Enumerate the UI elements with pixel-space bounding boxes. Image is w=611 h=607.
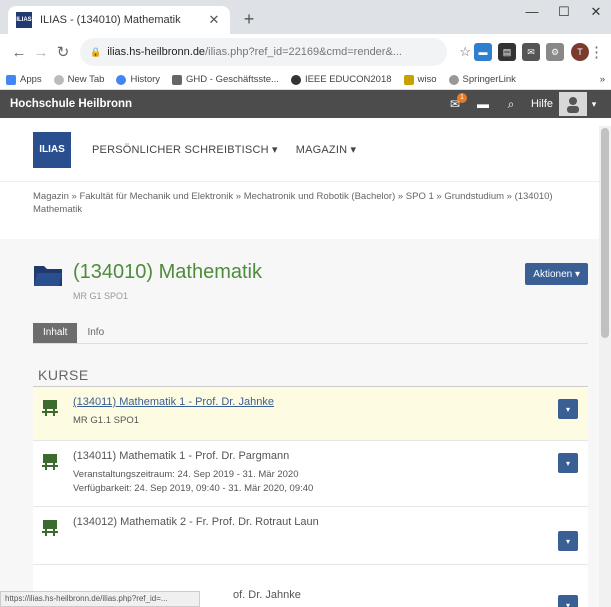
bookmark-label: History bbox=[130, 74, 161, 85]
bookmark-star-icon[interactable]: ☆ bbox=[459, 44, 471, 60]
extension-icon[interactable]: ⚙ bbox=[546, 43, 564, 61]
course-icon bbox=[42, 454, 58, 470]
actions-button[interactable]: Aktionen ▾ bbox=[525, 263, 588, 285]
ilias-header: Hochschule Heilbronn ✉ 1 ▬ ⌕ Hilfe ▾ bbox=[0, 90, 611, 118]
address-bar-row: ← → ↻ 🔒 ilias.hs-heilbronn.de /ilias.php… bbox=[0, 34, 611, 70]
course-property: MR G1.1 SPO1 bbox=[73, 415, 139, 426]
extension-icon[interactable]: ✉ bbox=[522, 43, 540, 61]
browser-menu-icon[interactable]: ⋮ bbox=[589, 43, 604, 61]
apps-grid-icon bbox=[6, 74, 16, 85]
extension-icon[interactable]: ▬ bbox=[474, 43, 492, 61]
course-title-link[interactable]: (134011) Mathematik 1 - Prof. Dr. Jahnke bbox=[73, 396, 274, 408]
nav-persoenlicher-schreibtisch[interactable]: PERSÖNLICHER SCHREIBTISCH ▾ bbox=[92, 143, 278, 156]
main-navigation: ILIAS PERSÖNLICHER SCHREIBTISCH ▾ MAGAZI… bbox=[0, 118, 611, 182]
bookmark-ghd[interactable]: GHD - Geschäftsste... bbox=[172, 74, 279, 85]
browser-tab-strip: ILIAS ILIAS - (134010) Mathematik ✕ + — … bbox=[0, 0, 611, 34]
bookmarks-more[interactable]: » bbox=[600, 74, 605, 85]
institution-name[interactable]: Hochschule Heilbronn bbox=[10, 98, 441, 110]
wiso-icon bbox=[403, 74, 414, 85]
url-input[interactable]: 🔒 ilias.hs-heilbronn.de /ilias.php?ref_i… bbox=[80, 38, 448, 66]
globe-icon bbox=[290, 74, 301, 85]
ghd-icon bbox=[172, 74, 183, 85]
window-close-icon[interactable]: ✕ bbox=[581, 4, 611, 20]
globe-icon bbox=[53, 74, 64, 85]
course-title-link[interactable]: (134012) Mathematik 2 - Fr. Prof. Dr. Ro… bbox=[73, 516, 319, 528]
bookmark-ieee[interactable]: IEEE EDUCON2018 bbox=[290, 74, 392, 85]
url-host: ilias.hs-heilbronn.de bbox=[107, 46, 206, 58]
search-icon[interactable]: ⌕ bbox=[497, 97, 525, 112]
lock-icon: 🔒 bbox=[90, 46, 102, 57]
new-tab-button[interactable]: + bbox=[238, 9, 260, 30]
bookmark-label: IEEE EDUCON2018 bbox=[304, 74, 392, 85]
reload-icon[interactable]: ↻ bbox=[52, 43, 74, 61]
back-icon[interactable]: ← bbox=[8, 44, 30, 61]
chat-icon[interactable]: ▬ bbox=[469, 97, 497, 111]
course-icon bbox=[42, 400, 58, 416]
bookmark-label: SpringerLink bbox=[462, 74, 516, 85]
list-item: (134011) Mathematik 1 - Prof. Dr. Pargma… bbox=[33, 441, 588, 507]
url-path: /ilias.php?ref_id=22169&cmd=render&... bbox=[205, 46, 402, 58]
bookmark-label: Apps bbox=[20, 74, 42, 85]
tab-title: ILIAS - (134010) Mathematik bbox=[40, 14, 181, 26]
list-item: (134011) Mathematik 1 - Prof. Dr. Jahnke… bbox=[33, 387, 588, 441]
user-menu-chevron-icon[interactable]: ▾ bbox=[587, 99, 601, 110]
tab-close-icon[interactable]: ✕ bbox=[206, 12, 222, 28]
bookmark-wiso[interactable]: wiso bbox=[403, 74, 437, 85]
course-title-link[interactable]: (134011) Mathematik 1 - Prof. Dr. Pargma… bbox=[73, 450, 289, 462]
springer-icon bbox=[448, 74, 459, 85]
item-actions-dropdown[interactable]: ▾ bbox=[558, 399, 578, 419]
profile-avatar[interactable]: T bbox=[571, 43, 589, 61]
page-header: (134010) Mathematik MR G1 SPO1 Aktionen … bbox=[33, 261, 588, 305]
history-icon bbox=[116, 74, 127, 85]
course-title-link[interactable]: of. Dr. Jahnke bbox=[233, 589, 301, 601]
bookmark-label: wiso bbox=[417, 74, 437, 85]
page-subtitle: MR G1 SPO1 bbox=[73, 291, 129, 301]
bookmark-apps[interactable]: Apps bbox=[6, 74, 42, 85]
divider bbox=[33, 343, 588, 344]
user-avatar[interactable] bbox=[559, 92, 587, 116]
maximize-icon[interactable]: ☐ bbox=[549, 4, 579, 20]
help-link[interactable]: Hilfe bbox=[531, 98, 553, 110]
bookmark-label: GHD - Geschäftsste... bbox=[186, 74, 279, 85]
browser-tab[interactable]: ILIAS ILIAS - (134010) Mathematik ✕ bbox=[8, 6, 230, 34]
list-item: (134012) Mathematik 2 - Fr. Prof. Dr. Ro… bbox=[33, 507, 588, 565]
forward-icon[interactable]: → bbox=[30, 44, 52, 61]
ilias-favicon-icon: ILIAS bbox=[16, 12, 32, 28]
extension-icon[interactable]: ▤ bbox=[498, 43, 516, 61]
bookmark-history[interactable]: History bbox=[116, 74, 160, 85]
section-heading: KURSE bbox=[38, 367, 89, 383]
content-area: (134010) Mathematik MR G1 SPO1 Aktionen … bbox=[0, 239, 611, 607]
user-silhouette-icon bbox=[567, 97, 579, 113]
status-url: https://ilias.hs-heilbronn.de/ilias.php?… bbox=[0, 591, 200, 607]
folder-icon bbox=[34, 266, 62, 286]
bookmarks-bar: Apps New Tab History GHD - Geschäftsste.… bbox=[0, 70, 611, 90]
item-actions-dropdown[interactable]: ▾ bbox=[558, 595, 578, 607]
content-tabs: Inhalt Info bbox=[33, 323, 114, 343]
bookmark-newtab[interactable]: New Tab bbox=[53, 74, 105, 85]
breadcrumb[interactable]: Magazin » Fakultät für Mechanik und Elek… bbox=[0, 182, 611, 232]
mail-icon[interactable]: ✉ 1 bbox=[441, 93, 469, 111]
course-property: Veranstaltungszeitraum: 24. Sep 2019 - 3… bbox=[73, 469, 299, 480]
nav-magazin[interactable]: MAGAZIN ▾ bbox=[296, 143, 357, 156]
item-actions-dropdown[interactable]: ▾ bbox=[558, 453, 578, 473]
course-property: Verfügbarkeit: 24. Sep 2019, 09:40 - 31.… bbox=[73, 483, 314, 494]
course-icon bbox=[42, 520, 58, 536]
item-actions-dropdown[interactable]: ▾ bbox=[558, 531, 578, 551]
mail-badge: 1 bbox=[456, 93, 467, 103]
tab-info[interactable]: Info bbox=[77, 323, 114, 343]
tab-inhalt[interactable]: Inhalt bbox=[33, 323, 78, 343]
page-title: (134010) Mathematik bbox=[73, 261, 262, 283]
ilias-logo[interactable]: ILIAS bbox=[33, 131, 71, 168]
bookmark-label: New Tab bbox=[67, 74, 105, 85]
scrollbar-thumb[interactable] bbox=[601, 128, 609, 338]
bookmark-springer[interactable]: SpringerLink bbox=[448, 74, 516, 85]
minimize-icon[interactable]: — bbox=[517, 4, 547, 19]
